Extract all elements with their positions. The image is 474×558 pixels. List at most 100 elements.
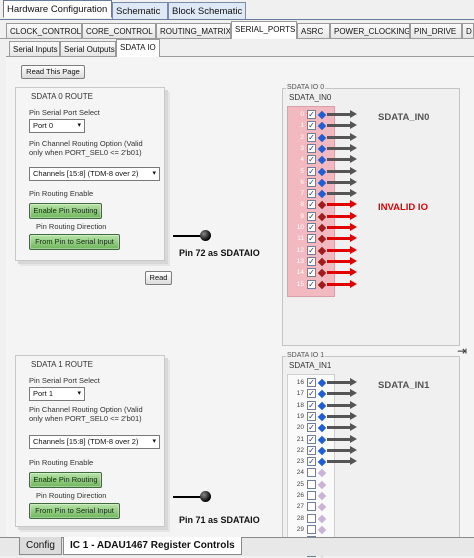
channel-number: 13 (296, 257, 304, 265)
diamond-icon (317, 480, 327, 489)
channel-number: 23 (296, 458, 304, 466)
channel-checkbox[interactable]: ✓ (307, 411, 316, 421)
tab-hardware-configuration[interactable]: Hardware Configuration (3, 0, 112, 18)
channel-checkbox[interactable]: ✓ (307, 200, 316, 210)
sdata1-port-select[interactable]: Port 1 ▾ (29, 387, 85, 401)
channel-checkbox[interactable]: ✓ (307, 155, 316, 165)
sdata1-port-select-label: Pin Serial Port Select (29, 376, 100, 385)
channel-checkbox[interactable]: ✓ (307, 189, 316, 199)
channel-row: 26 (287, 491, 474, 501)
channel-checkbox[interactable]: ✓ (307, 378, 316, 387)
arrow-right-icon (327, 400, 357, 409)
arrow-right-icon (327, 457, 357, 466)
sdata-io0-rows: 0 ✓ 1 ✓ 2 ✓ 3 ✓ 4 ✓ 5 ✓ 6 ✓ 7 ✓ 8 ✓ 9 ✓ 10 ✓ 11 ✓ 12 ✓ 13 ✓ 14 ✓ 15 ✓ (287, 110, 474, 290)
sdata1-direction-label: Pin Routing Direction (36, 491, 107, 500)
arrow-right-icon (327, 445, 357, 454)
tab-clock-control[interactable]: CLOCK_CONTROL (6, 23, 82, 39)
tab-asrc[interactable]: ASRC (297, 23, 330, 39)
channel-row: 13 ✓ (287, 256, 474, 267)
sdata0-direction-button[interactable]: From Pin to Serial Input (29, 234, 120, 250)
tab-ic1-register-controls[interactable]: IC 1 - ADAU1467 Register Controls (63, 537, 242, 555)
tab-routing-matrix[interactable]: ROUTING_MATRIX (156, 23, 231, 39)
channel-checkbox[interactable]: ✓ (307, 445, 316, 455)
channel-number: 24 (296, 469, 304, 477)
tab-serial-ports[interactable]: SERIAL_PORTS (231, 21, 297, 39)
tab-config[interactable]: Config (19, 537, 62, 555)
tab-block-schematic[interactable]: Block Schematic (168, 2, 246, 20)
chevron-down-icon: ▾ (77, 390, 81, 397)
arrow-right-icon (327, 245, 357, 254)
sdata0-channel-select[interactable]: Channels [15:8] (TDM-8 over 2) ▾ (29, 167, 160, 181)
channel-checkbox[interactable]: ✓ (307, 434, 316, 444)
channel-checkbox[interactable]: ✓ (307, 234, 316, 244)
sdata0-route-title: SDATA 0 ROUTE (31, 92, 93, 101)
channel-number: 22 (296, 446, 304, 454)
channel-checkbox[interactable]: ✓ (307, 143, 316, 153)
channel-checkbox[interactable]: ✓ (307, 279, 316, 289)
sdata1-enable-button[interactable]: Enable Pin Routing (29, 472, 102, 488)
read-this-page-button[interactable]: Read This Page (21, 65, 85, 79)
channel-checkbox[interactable]: ✓ (307, 121, 316, 131)
channel-number: 18 (296, 401, 304, 409)
sdata-in1-output-label: SDATA_IN1 (378, 380, 430, 391)
channel-checkbox[interactable]: ✓ (307, 132, 316, 142)
diamond-icon (317, 178, 327, 188)
channel-checkbox[interactable]: ✓ (307, 223, 316, 232)
diamond-icon (317, 469, 327, 478)
channel-row: 2 ✓ (287, 132, 474, 143)
pin71-dot (200, 491, 211, 502)
channel-checkbox[interactable]: ✓ (307, 400, 316, 410)
tab-serial-inputs[interactable]: Serial Inputs (9, 41, 60, 57)
diamond-icon (317, 235, 327, 244)
cursor-icon: ⇥ (457, 344, 468, 358)
channel-checkbox[interactable] (307, 502, 316, 512)
channel-checkbox[interactable]: ✓ (307, 110, 316, 119)
invalid-io-label: INVALID IO (378, 202, 428, 213)
channel-checkbox[interactable] (307, 491, 316, 500)
channel-checkbox[interactable] (307, 524, 316, 534)
tab-sdata-io[interactable]: SDATA IO (116, 39, 160, 57)
channel-checkbox[interactable]: ✓ (307, 166, 316, 176)
sdata0-port-select[interactable]: Port 0 ▾ (29, 119, 85, 133)
diamond-icon (317, 223, 327, 233)
arrow-right-icon (327, 143, 357, 152)
channel-number: 14 (296, 269, 304, 277)
channel-checkbox[interactable]: ✓ (307, 177, 316, 187)
channel-checkbox[interactable]: ✓ (307, 457, 316, 467)
channel-number: 10 (296, 224, 304, 231)
channel-row: 4 ✓ (287, 155, 474, 165)
channel-checkbox[interactable] (307, 468, 316, 478)
chevron-down-icon: ▾ (77, 122, 81, 129)
tab-core-control[interactable]: CORE_CONTROL (82, 23, 156, 39)
tab-serial-outputs[interactable]: Serial Outputs (60, 41, 116, 57)
sdata1-channel-select[interactable]: Channels [15:8] (TDM-8 over 2) ▾ (29, 435, 160, 449)
channel-checkbox[interactable] (307, 513, 316, 523)
channel-checkbox[interactable]: ✓ (307, 211, 316, 221)
sdata0-port-value: Port 0 (33, 121, 54, 130)
diamond-icon (317, 412, 327, 422)
channel-checkbox[interactable] (307, 479, 316, 489)
sdata-io1-rows: 16✓17✓18✓19✓20✓21✓22✓23✓2425262728293031 (287, 378, 474, 557)
tab-pin-drive[interactable]: PIN_DRIVE (410, 23, 462, 39)
read-button[interactable]: Read (145, 271, 172, 285)
channel-number: 28 (296, 514, 304, 522)
tab-schematic[interactable]: Schematic (112, 2, 168, 20)
channel-checkbox[interactable]: ✓ (307, 245, 316, 255)
channel-checkbox[interactable]: ✓ (307, 389, 316, 399)
channel-row: 22 ✓ (287, 445, 474, 456)
tab-overflow[interactable]: D (462, 23, 474, 39)
pin72-label: Pin 72 as SDATAIO (179, 248, 260, 258)
sdata1-direction-button[interactable]: From Pin to Serial Input (29, 503, 120, 519)
channel-checkbox[interactable]: ✓ (307, 423, 316, 433)
pin72-line (173, 235, 201, 237)
channel-number: 1 (300, 122, 304, 130)
channel-row: 6 ✓ (287, 177, 474, 188)
sdata0-enable-button[interactable]: Enable Pin Routing (29, 203, 102, 219)
diamond-icon (317, 503, 327, 512)
channel-number: 17 (296, 390, 304, 398)
channel-checkbox[interactable]: ✓ (307, 256, 316, 266)
channel-number: 15 (296, 280, 304, 288)
tab-power-clocking[interactable]: POWER_CLOCKING (330, 23, 410, 39)
channel-checkbox[interactable]: ✓ (307, 268, 316, 278)
arrow-right-icon (327, 378, 357, 386)
